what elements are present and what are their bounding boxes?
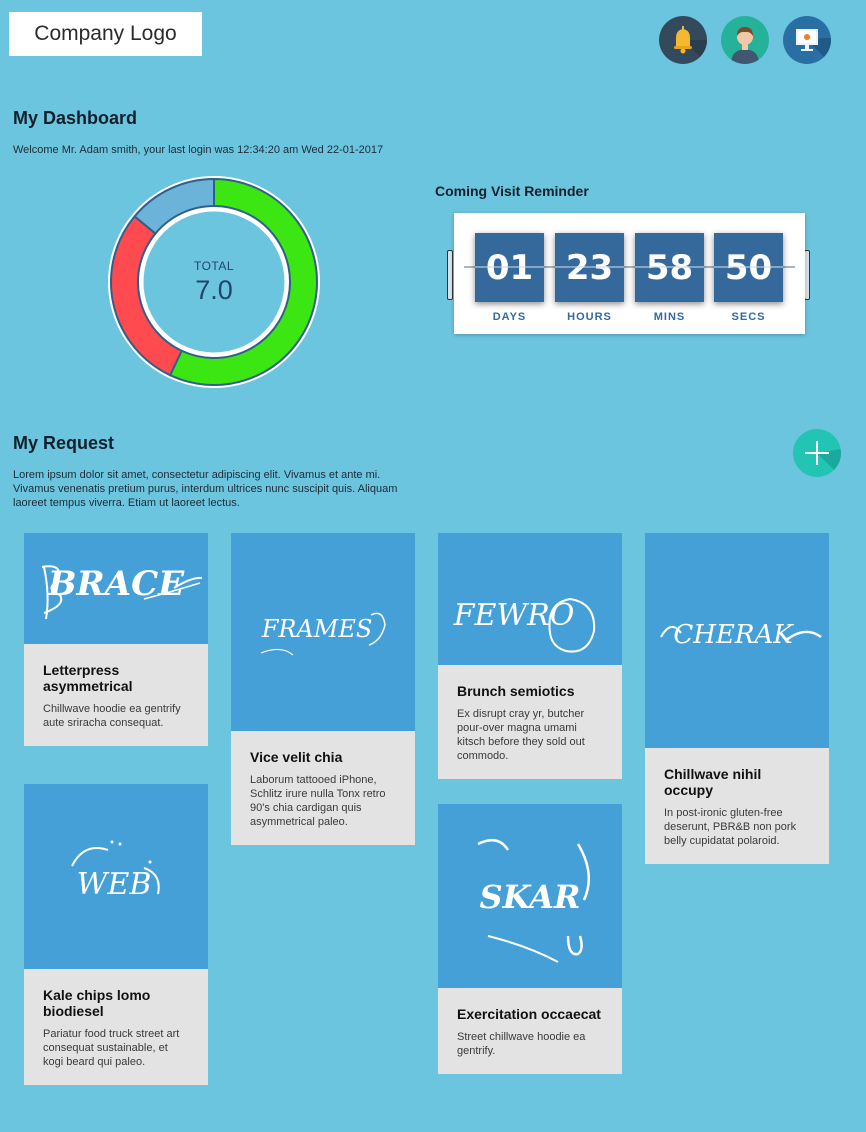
total-donut-chart: TOTAL 7.0 [106,174,322,390]
welcome-message: Welcome Mr. Adam smith, your last login … [13,144,384,156]
graffiti-skar-image: SKAR [477,838,591,963]
graffiti-frames-image: FRAMES [261,612,386,656]
presentation-monitor-icon [796,29,831,64]
add-request-button[interactable] [793,429,841,477]
card-body: Brunch semiotics Ex disrupt cray yr, but… [438,665,622,779]
graffiti-cherak-image: CHERAK [660,620,822,650]
countdown-mins-label: MINS [653,311,686,323]
card-text: Street chillwave hoodie ea gentrify. [457,1031,586,1057]
card-graffiti-image: FEWRO [438,533,622,665]
card-text: Pariatur food truck street art consequat… [43,1028,180,1068]
presentation-button[interactable] [783,16,831,64]
graffiti-skar-text: SKAR [479,878,580,916]
card-title: Kale chips lomo biodiesel [43,987,151,1019]
request-card[interactable]: FRAMES Vice velit chia Laborum tattooed … [231,533,415,845]
donut-total-label: TOTAL [193,258,235,273]
card-body: Letterpress asymmetrical Chillwave hoodi… [24,644,208,746]
card-title: Letterpress asymmetrical [43,662,133,694]
card-title: Vice velit chia [250,749,343,765]
countdown-days-label: DAYS [492,311,527,323]
request-card[interactable]: CHERAK Chillwave nihil occupy In post-ir… [645,533,829,864]
card-title: Chillwave nihil occupy [664,766,762,798]
graffiti-web-text: WEB [77,867,152,902]
graffiti-fewro-text: FEWRO [453,598,575,633]
countdown-timer: 01 DAYS 23 HOURS 58 MINS 50 SECS [454,213,805,334]
card-title: Exercitation occaecat [457,1006,601,1022]
card-body: Kale chips lomo biodiesel Pariatur food … [24,969,208,1085]
graffiti-frames-text: FRAMES [261,615,373,643]
requests-title: My Request [13,433,115,453]
header-icon-bar [659,16,831,64]
card-graffiti-image: FRAMES [231,533,415,731]
profile-button[interactable] [721,16,769,64]
card-title: Brunch semiotics [457,683,575,699]
graffiti-brace-text: BRACE [47,564,185,604]
card-text: In post-ironic gluten-free deserunt, PBR… [664,807,797,847]
card-graffiti-image: WEB [24,784,208,969]
graffiti-web-image: WEB [71,840,160,902]
bell-icon [674,26,707,64]
donut-center: TOTAL 7.0 [106,174,322,390]
countdown-hours-label: HOURS [567,311,612,323]
plus-icon [805,441,841,477]
card-text: Chillwave hoodie ea gentrify aute srirac… [43,703,181,729]
graffiti-cherak-text: CHERAK [673,620,794,650]
user-avatar-icon [731,27,759,64]
card-graffiti-image: BRACE [24,533,208,644]
card-body: Vice velit chia Laborum tattooed iPhone,… [231,731,415,845]
card-graffiti-image: CHERAK [645,533,829,748]
card-text: Laborum tattooed iPhone, Schlitz irure n… [250,774,386,828]
requests-description: Lorem ipsum dolor sit amet, consectetur … [13,469,398,509]
countdown-mins-value: 58 [635,233,704,302]
countdown-left-tab [447,250,453,300]
countdown-days-value: 01 [475,233,544,302]
card-graffiti-image: SKAR [438,804,622,988]
notifications-button[interactable] [659,16,707,64]
graffiti-brace-image: BRACE [41,564,203,620]
card-body: Chillwave nihil occupy In post-ironic gl… [645,748,829,864]
request-card[interactable]: WEB Kale chips lomo biodiesel Pariatur f… [24,784,208,1085]
request-card[interactable]: FEWRO Brunch semiotics Ex disrupt cray y… [438,533,622,779]
reminder-title: Coming Visit Reminder [435,183,589,199]
card-body: Exercitation occaecat Street chillwave h… [438,988,622,1074]
company-logo[interactable]: Company Logo [9,12,202,56]
graffiti-fewro-image: FEWRO [453,597,596,653]
donut-total-value: 7.0 [195,274,233,305]
request-card[interactable]: BRACE Letterpress asymmetrical Chillwave… [24,533,208,746]
countdown-secs-value: 50 [714,233,783,302]
request-card[interactable]: SKAR Exercitation occaecat Street chillw… [438,804,622,1074]
card-text: Ex disrupt cray yr, butcher pour-over ma… [457,708,585,762]
company-logo-text: Company Logo [34,22,177,45]
countdown-secs-label: SECS [731,311,766,323]
dashboard-title: My Dashboard [13,108,138,128]
countdown-hours-value: 23 [555,233,624,302]
